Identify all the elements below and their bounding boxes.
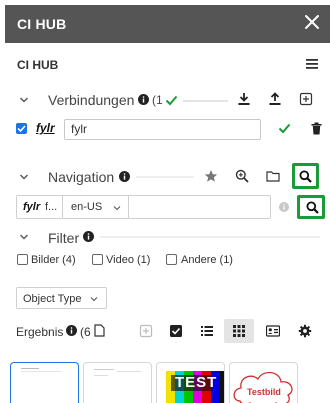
check-icon	[165, 95, 178, 106]
navigation-label: Navigation	[48, 169, 115, 185]
chevron-down-icon[interactable]	[19, 172, 29, 182]
search-toggle-button[interactable]	[292, 163, 319, 189]
cloud-image	[233, 371, 293, 403]
gear-icon[interactable]	[298, 324, 312, 338]
info-icon[interactable]	[138, 94, 149, 105]
close-icon[interactable]	[303, 13, 321, 31]
checkmark-icon	[17, 125, 26, 133]
chevron-down-icon[interactable]	[19, 232, 29, 242]
thumbnail-text-line	[94, 375, 108, 376]
connection-name-field[interactable]: fylr	[64, 119, 261, 140]
navigation-slider[interactable]	[136, 176, 194, 178]
thumbnail-caption: Testbild	[247, 387, 281, 397]
add-box-icon[interactable]	[139, 324, 153, 338]
source-selector[interactable]: f...	[45, 201, 57, 213]
chevron-down-icon	[90, 297, 98, 302]
connections-slider[interactable]	[183, 100, 228, 102]
results-label: Ergebnis	[16, 325, 64, 339]
info-icon[interactable]	[279, 202, 289, 212]
language-selector[interactable]: en-US	[71, 201, 102, 213]
filter-slider[interactable]	[100, 236, 320, 238]
panel-titlebar: CI HUB	[5, 5, 330, 43]
thumbnail-text-line	[117, 371, 141, 372]
source-logo: fylr	[23, 201, 41, 213]
connections-label: Verbindungen	[48, 92, 135, 108]
chevron-down-icon[interactable]	[19, 95, 29, 105]
result-thumbnail[interactable]: TEST	[156, 362, 225, 403]
search-icon	[306, 201, 319, 214]
object-type-dropdown[interactable]: Object Type	[16, 287, 107, 309]
object-type-label: Object Type	[23, 293, 82, 305]
fylr-logo: fylr	[36, 121, 55, 135]
divider	[128, 196, 129, 218]
download-icon[interactable]	[237, 92, 251, 106]
grid-view-button[interactable]	[224, 319, 254, 343]
thumbnail-text-line	[94, 369, 114, 370]
detail-view-icon[interactable]	[266, 324, 280, 338]
connection-ok-check-icon[interactable]	[278, 123, 291, 134]
star-icon[interactable]	[204, 169, 218, 183]
filter-label-andere: Andere (1)	[181, 254, 233, 266]
grid-view-icon	[233, 325, 245, 337]
thumbnail-caption: TEST	[175, 374, 218, 391]
info-icon[interactable]	[83, 231, 94, 242]
connection-checkbox[interactable]	[16, 123, 27, 134]
panel-title: CI HUB	[17, 16, 67, 32]
thumbnail-text-line	[21, 371, 61, 372]
thumbnail-text-line	[21, 368, 39, 369]
info-icon[interactable]	[119, 171, 130, 182]
filter-checkbox-video[interactable]	[92, 254, 103, 265]
filter-checkbox-bilder[interactable]	[17, 254, 28, 265]
result-thumbnail[interactable]	[83, 362, 152, 403]
search-input[interactable]	[130, 197, 280, 217]
divider	[62, 196, 63, 218]
upload-icon[interactable]	[268, 92, 282, 106]
filter-label-video: Video (1)	[106, 254, 151, 266]
connections-count: (1	[152, 93, 163, 107]
plugin-header-title: CI HUB	[17, 58, 59, 72]
result-thumbnail[interactable]	[10, 362, 79, 403]
document-icon	[94, 324, 105, 337]
result-thumbnail[interactable]: Testbild	[229, 362, 298, 403]
search-icon	[299, 170, 312, 183]
search-button[interactable]	[297, 195, 325, 219]
hamburger-menu-icon[interactable]	[306, 58, 318, 70]
filter-label-bilder: Bilder (4)	[31, 254, 76, 266]
results-count: (6	[80, 325, 91, 339]
search-bar: fylr f... en-US	[16, 195, 289, 219]
list-view-icon[interactable]	[200, 324, 214, 338]
info-icon[interactable]	[66, 325, 77, 336]
chevron-down-icon	[113, 206, 121, 211]
zoom-in-icon[interactable]	[235, 169, 249, 183]
trash-icon[interactable]	[311, 122, 322, 135]
filter-checkbox-andere[interactable]	[166, 254, 177, 265]
folder-icon[interactable]	[266, 169, 280, 183]
add-box-icon[interactable]	[299, 92, 313, 106]
select-all-icon[interactable]	[169, 324, 183, 338]
filter-label: Filter	[48, 230, 80, 246]
